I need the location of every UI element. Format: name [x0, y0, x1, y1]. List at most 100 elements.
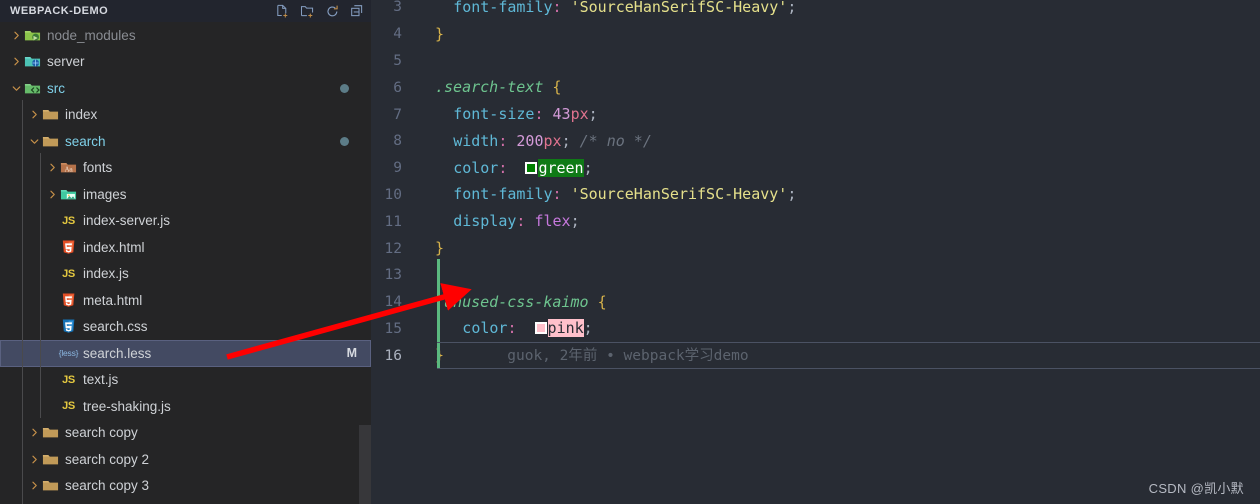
tree-file-index-server-js[interactable]: JS index-server.js: [0, 208, 371, 235]
folder-server-icon: [24, 53, 41, 70]
tree-folder-search-copy-3[interactable]: search copy 3: [0, 473, 371, 500]
code-line[interactable]: 9 color: green;: [371, 155, 1260, 182]
tree-folder-index[interactable]: index: [0, 102, 371, 129]
chevron-right-icon[interactable]: [44, 162, 60, 173]
tree-file-index-html[interactable]: index.html: [0, 234, 371, 261]
file-tree[interactable]: node_modulesserver src index search Aa fonts i…: [0, 22, 371, 504]
tree-item-label: images: [83, 186, 127, 202]
tree-item-label: search copy: [65, 425, 138, 440]
code-token: guok, 2年前 • webpack学习demo: [507, 348, 749, 365]
code-token: :: [552, 0, 562, 16]
refresh-icon[interactable]: [325, 4, 340, 19]
tree-indent-guide: [22, 100, 23, 504]
explorer-scrollbar[interactable]: [359, 22, 371, 504]
html5-file-icon: [60, 239, 77, 256]
tree-item-label: tree-shaking.js: [83, 398, 171, 414]
code-token: flex: [534, 212, 571, 231]
tree-folder-search-copy-2[interactable]: search copy 2: [0, 446, 371, 473]
tree-item-label: server: [47, 54, 85, 69]
tree-folder-search[interactable]: search: [0, 128, 371, 155]
tree-file-meta-html[interactable]: meta.html: [0, 287, 371, 314]
code-line-text: font-family: 'SourceHanSerifSC-Heavy';: [453, 187, 796, 202]
code-token: {: [597, 292, 607, 311]
tree-item-label: search: [65, 133, 106, 149]
code-line[interactable]: 10 font-family: 'SourceHanSerifSC-Heavy';: [371, 182, 1260, 209]
code-line[interactable]: 8 width: 200px; /* no */: [371, 128, 1260, 155]
code-token: 'SourceHanSerifSC-Heavy': [570, 185, 788, 204]
collapse-all-icon[interactable]: [350, 4, 365, 19]
tree-file-tree-shaking-js[interactable]: JS tree-shaking.js: [0, 393, 371, 420]
explorer-title: WEBPACK-DEMO: [10, 5, 109, 17]
chevron-down-icon[interactable]: [8, 83, 24, 94]
line-number: 16: [384, 347, 402, 364]
code-line[interactable]: 6 .search-text {: [371, 74, 1260, 101]
explorer-scrollbar-thumb[interactable]: [359, 425, 371, 504]
folder-icon: [42, 133, 59, 150]
js-file-icon: JS: [62, 400, 75, 413]
folder-icon: [42, 106, 59, 123]
code-line[interactable]: 11 display: flex;: [371, 208, 1260, 235]
code-line[interactable]: 12}: [371, 235, 1260, 262]
code-line-text: .unused-css-kaimo {: [435, 292, 607, 311]
csdn-watermark: CSDN @凯小默: [1148, 481, 1244, 496]
tree-folder-images[interactable]: images: [0, 181, 371, 208]
code-token: 43: [552, 105, 571, 124]
chevron-right-icon[interactable]: [26, 427, 42, 438]
tree-file-search-css[interactable]: search.css: [0, 314, 371, 341]
line-number: 11: [384, 213, 402, 230]
css3-file-icon: [60, 318, 77, 335]
tree-folder-fonts[interactable]: Aa fonts: [0, 155, 371, 182]
code-token: color: [453, 158, 499, 177]
code-line[interactable]: 14 .unused-css-kaimo {: [371, 289, 1260, 316]
chevron-right-icon[interactable]: [8, 56, 24, 67]
explorer-title-bar: WEBPACK-DEMO: [0, 0, 371, 22]
js-file-icon: JS: [62, 267, 75, 280]
tree-folder-src[interactable]: src: [0, 75, 371, 102]
color-swatch: [525, 161, 538, 174]
line-number: 8: [393, 133, 402, 150]
tree-folder-search-copy[interactable]: search copy: [0, 420, 371, 447]
code-token: :: [534, 105, 544, 124]
new-folder-icon[interactable]: [300, 4, 315, 19]
line-number: 6: [393, 79, 402, 96]
tree-file-search-less[interactable]: {less} search.less M: [0, 340, 371, 367]
tree-item-label: index-server.js: [83, 213, 171, 228]
tree-item-label: search copy 3: [65, 478, 150, 493]
chevron-right-icon[interactable]: [8, 30, 24, 41]
new-file-icon[interactable]: [275, 4, 290, 19]
chevron-right-icon[interactable]: [26, 109, 42, 120]
tree-file-index-js[interactable]: JS index.js: [0, 261, 371, 288]
code-line[interactable]: 3 font-family: 'SourceHanSerifSC-Heavy';: [371, 0, 1260, 21]
code-line[interactable]: 5: [371, 48, 1260, 75]
code-token: .search-text: [435, 78, 544, 97]
chevron-right-icon[interactable]: [44, 189, 60, 200]
code-token: {: [552, 78, 562, 97]
line-number: 15: [384, 320, 402, 337]
code-line[interactable]: 4}: [371, 21, 1260, 48]
chevron-right-icon[interactable]: [26, 480, 42, 491]
folder-icon: [42, 477, 59, 494]
tree-file-text-js[interactable]: JS text.js: [0, 367, 371, 394]
tree-item-label: src: [47, 80, 65, 96]
code-token: ;: [583, 158, 593, 177]
folder-icon: [42, 424, 59, 441]
code-line[interactable]: 16} guok, 2年前 • webpack学习demo: [371, 342, 1260, 369]
js-file-icon: JS: [62, 373, 75, 386]
tree-folder-server[interactable]: server: [0, 49, 371, 76]
chevron-down-icon[interactable]: [26, 136, 42, 147]
code-line-text: width: 200px; /* no */: [453, 132, 652, 150]
code-line[interactable]: 7 font-size: 43px;: [371, 101, 1260, 128]
tree-folder-node_modules[interactable]: node_modules: [0, 22, 371, 49]
code-editor[interactable]: 3 font-family: 'SourceHanSerifSC-Heavy'; 4…: [371, 0, 1260, 504]
chevron-right-icon[interactable]: [26, 454, 42, 465]
code-line[interactable]: 13: [371, 262, 1260, 289]
line-number: 5: [393, 52, 402, 69]
code-line[interactable]: 15 color: pink;: [371, 316, 1260, 343]
tree-item-label: search copy 2: [65, 451, 150, 467]
code-line-text: font-family: 'SourceHanSerifSC-Heavy';: [453, 0, 796, 15]
editor-content[interactable]: 3 font-family: 'SourceHanSerifSC-Heavy'; 4…: [371, 0, 1260, 504]
folder-icon: [42, 451, 59, 468]
tree-item-label: meta.html: [83, 292, 143, 308]
